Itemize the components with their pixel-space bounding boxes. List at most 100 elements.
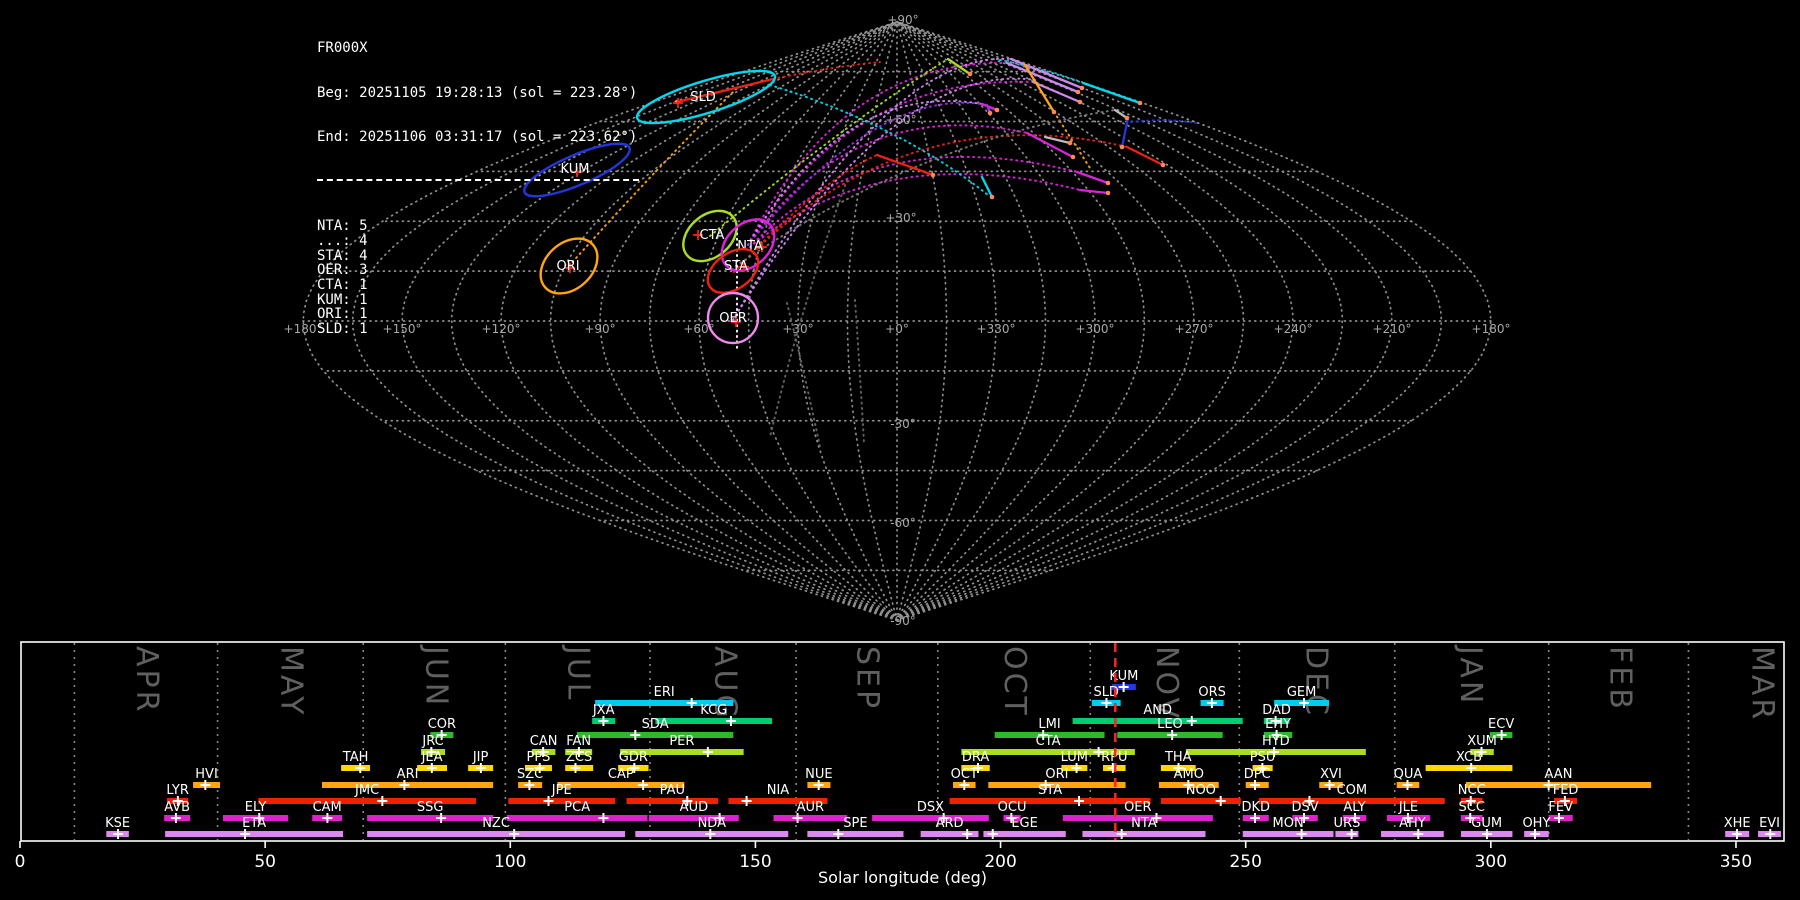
radiant-label-CTA: CTA xyxy=(700,228,725,243)
shower-label-ARD: ARD xyxy=(936,816,964,831)
shower-label-KUM: KUM xyxy=(1109,669,1138,684)
shower-label-JLE: JLE xyxy=(1398,800,1418,815)
radiant-label-STA: STA xyxy=(724,259,748,274)
longitude-label: +300° xyxy=(1076,322,1115,336)
latitude-label: +30° xyxy=(885,211,916,225)
shower-label-AHY: AHY xyxy=(1399,816,1426,831)
shower-bar-JPE xyxy=(508,798,616,804)
shower-label-ETA: ETA xyxy=(242,816,266,831)
shower-label-ALY: ALY xyxy=(1343,800,1365,815)
shower-label-KSE: KSE xyxy=(105,816,130,831)
activity-chart: APR MAY JUN JUL AUG SEP OCT NOV DEC JAN FEB MARKUME… xyxy=(15,641,1785,887)
shower-label-LEO: LEO xyxy=(1157,717,1183,732)
x-tick-label: 300 xyxy=(1475,852,1507,872)
shower-label-HYD: HYD xyxy=(1262,734,1290,749)
shower-count-ORI: ORI: 1 xyxy=(317,306,368,323)
shower-label-NOO: NOO xyxy=(1186,783,1216,798)
latitude-label: -30° xyxy=(890,417,916,431)
month-label-APR: APR xyxy=(129,646,164,714)
meteor-end-dot xyxy=(1124,115,1130,121)
peak-marker-PER xyxy=(702,747,713,757)
shower-bar-PCA xyxy=(506,815,648,821)
shower-label-AMO: AMO xyxy=(1174,767,1204,782)
shower-label-AAN: AAN xyxy=(1545,767,1573,782)
meteor-trail xyxy=(1075,170,1110,185)
meteor-trail xyxy=(1078,188,1110,195)
x-tick-label: 50 xyxy=(254,852,276,872)
month-label-JUN: JUN xyxy=(418,644,453,708)
shower-label-AUD: AUD xyxy=(680,800,708,815)
radiant-map-and-activity-chart: +180° +150° +120° +90° +60° +30° +0° +330° +300°… xyxy=(15,13,1785,887)
shower-label-XUM: XUM xyxy=(1467,734,1497,749)
shower-label-KCG: KCG xyxy=(700,703,727,718)
shower-count-STA: STA: 4 xyxy=(317,247,368,264)
shower-label-SPE: SPE xyxy=(843,816,867,831)
shower-label-PCA: PCA xyxy=(564,800,590,815)
shower-label-JPE: JPE xyxy=(551,783,572,798)
peak-marker-STA xyxy=(1074,796,1084,806)
meteor-end-dot xyxy=(1075,89,1081,95)
meteor-trail-extension xyxy=(747,100,983,246)
x-tick-label: 150 xyxy=(739,852,771,872)
meteor-end-dot xyxy=(1137,100,1143,106)
shower-label-NTA: NTA xyxy=(1131,816,1157,831)
shower-bar-STA xyxy=(949,798,1151,804)
shower-label-THA: THA xyxy=(1164,750,1192,765)
meteor-end-dot xyxy=(1160,162,1166,168)
meteor-trail-extension xyxy=(1130,119,1197,124)
shower-bar-ETA xyxy=(165,831,344,837)
meteor-end-dot xyxy=(967,71,973,77)
shower-label-GEM: GEM xyxy=(1287,685,1317,700)
month-label-MAY: MAY xyxy=(274,646,309,717)
shower-label-LMI: LMI xyxy=(1038,717,1060,732)
shower-label-URS: URS xyxy=(1334,816,1361,831)
meteor-trail xyxy=(1125,145,1165,167)
meteor-end-dot xyxy=(1119,144,1125,150)
latitude-label: +60° xyxy=(885,113,916,127)
shower-label-SSG: SSG xyxy=(417,800,444,815)
header-separator xyxy=(317,178,639,181)
shower-label-ERI: ERI xyxy=(654,685,675,700)
shower-bar-MON xyxy=(1242,831,1334,837)
shower-label-TAH: TAH xyxy=(342,750,369,765)
shower-bar-AHY xyxy=(1381,831,1444,837)
meteor-trail xyxy=(1009,57,1084,90)
peak-marker-PCA xyxy=(598,813,609,823)
radiant-label-OER: OER xyxy=(719,311,746,326)
x-tick-label: 100 xyxy=(494,852,526,872)
shower-label-GUM: GUM xyxy=(1471,816,1502,831)
shower-label-DAD: DAD xyxy=(1262,703,1291,718)
shower-label-EGE: EGE xyxy=(1011,816,1038,831)
shower-label-NDA: NDA xyxy=(698,816,727,831)
shower-label-HVI: HVI xyxy=(195,767,218,782)
shower-label-PAU: PAU xyxy=(660,783,685,798)
x-tick-label: 200 xyxy=(984,852,1016,872)
shower-label-LUM: LUM xyxy=(1061,750,1088,765)
month-label-FEB: FEB xyxy=(1602,646,1637,712)
shower-label-EVI: EVI xyxy=(1759,816,1780,831)
shower-label-COM: COM xyxy=(1337,783,1368,798)
longitude-label: +330° xyxy=(977,322,1016,336)
shower-label-CAP: CAP xyxy=(608,767,634,782)
peak-marker-NIA xyxy=(741,796,752,806)
shower-label-DRA: DRA xyxy=(962,750,990,765)
shower-label-XVI: XVI xyxy=(1320,767,1342,782)
meteor-end-dot xyxy=(1077,99,1083,105)
shower-label-ECV: ECV xyxy=(1488,717,1514,732)
shower-label-STA: STA xyxy=(1038,783,1062,798)
x-tick-label: 250 xyxy=(1229,852,1261,872)
shower-label-EHY: EHY xyxy=(1265,717,1291,732)
radiant-label-SLD: SLD xyxy=(690,90,716,105)
shower-label-CTA: CTA xyxy=(1036,734,1061,749)
peak-marker-NZC xyxy=(509,829,520,839)
shower-count-OER: OER: 3 xyxy=(317,262,368,279)
radiant-label-NTA: NTA xyxy=(737,239,763,254)
peak-marker-CAP xyxy=(638,780,649,790)
longitude-label: +180° xyxy=(1472,322,1511,336)
peak-marker-ARD xyxy=(962,829,973,839)
shower-label-PER: PER xyxy=(669,734,694,749)
meteor-end-dot xyxy=(1051,109,1057,115)
month-label-JAN: JAN xyxy=(1453,644,1488,706)
meteor-end-dot xyxy=(987,110,993,116)
shower-label-ARI: ARI xyxy=(397,767,419,782)
